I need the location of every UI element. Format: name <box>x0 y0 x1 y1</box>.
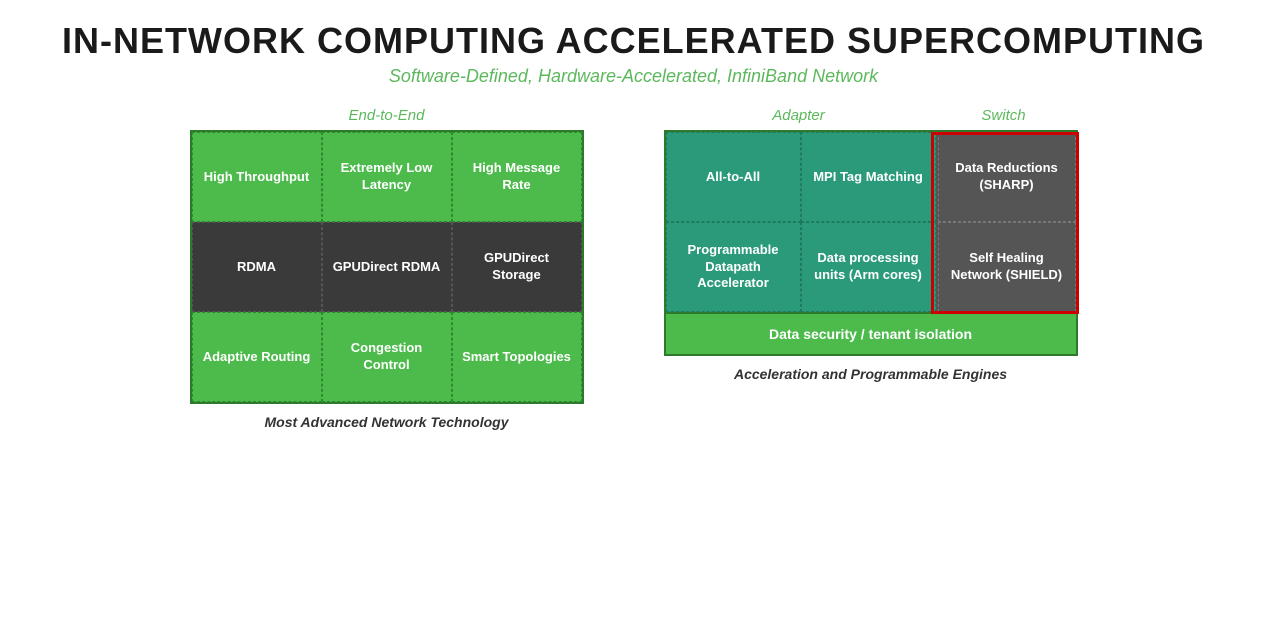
switch-cell-self-healing: Self Healing Network (SHIELD) <box>938 222 1076 312</box>
grid-cell-rdma: RDMA <box>192 222 322 312</box>
right-cell-all-to-all: All-to-All <box>666 132 801 222</box>
grid-cell-adaptive-routing: Adaptive Routing <box>192 312 322 402</box>
switch-label: Switch <box>934 107 1074 124</box>
right-cell-programmable-datapath: Programmable Datapath Accelerator <box>666 222 801 312</box>
right-top-section: All-to-All MPI Tag Matching Programmable… <box>666 132 1076 312</box>
grid-cell-congestion-control: Congestion Control <box>322 312 452 402</box>
right-adapter-grid: All-to-All MPI Tag Matching Programmable… <box>666 132 936 312</box>
right-switch-col: Data Reductions (SHARP) Self Healing Net… <box>936 132 1076 312</box>
grid-cell-high-throughput: High Throughput <box>192 132 322 222</box>
grid-cell-gpudirect-rdma: GPUDirect RDMA <box>322 222 452 312</box>
grid-cell-gpudirect-storage: GPUDirect Storage <box>452 222 582 312</box>
right-cell-mpi-tag-matching: MPI Tag Matching <box>801 132 936 222</box>
end-to-end-label: End-to-End <box>349 107 425 124</box>
adapter-label: Adapter <box>664 107 934 124</box>
left-grid: High Throughput Extremely Low Latency Hi… <box>190 130 584 404</box>
right-labels-row: Adapter Switch <box>664 107 1078 124</box>
grid-cell-high-message-rate: High Message Rate <box>452 132 582 222</box>
content-row: End-to-End High Throughput Extremely Low… <box>40 107 1227 430</box>
switch-cell-data-reductions: Data Reductions (SHARP) <box>938 132 1076 222</box>
right-section: Adapter Switch All-to-All MPI Tag Matchi… <box>664 107 1078 382</box>
left-section: End-to-End High Throughput Extremely Low… <box>190 107 584 430</box>
grid-cell-low-latency: Extremely Low Latency <box>322 132 452 222</box>
main-title: IN-NETWORK COMPUTING ACCELERATED SUPERCO… <box>62 20 1205 62</box>
right-cell-data-processing-units: Data processing units (Arm cores) <box>801 222 936 312</box>
grid-cell-smart-topologies: Smart Topologies <box>452 312 582 402</box>
subtitle: Software-Defined, Hardware-Accelerated, … <box>389 66 878 87</box>
right-caption: Acceleration and Programmable Engines <box>734 366 1007 382</box>
right-grid-wrapper: All-to-All MPI Tag Matching Programmable… <box>664 130 1078 356</box>
right-bottom-bar: Data security / tenant isolation <box>666 312 1076 354</box>
left-caption: Most Advanced Network Technology <box>265 414 509 430</box>
